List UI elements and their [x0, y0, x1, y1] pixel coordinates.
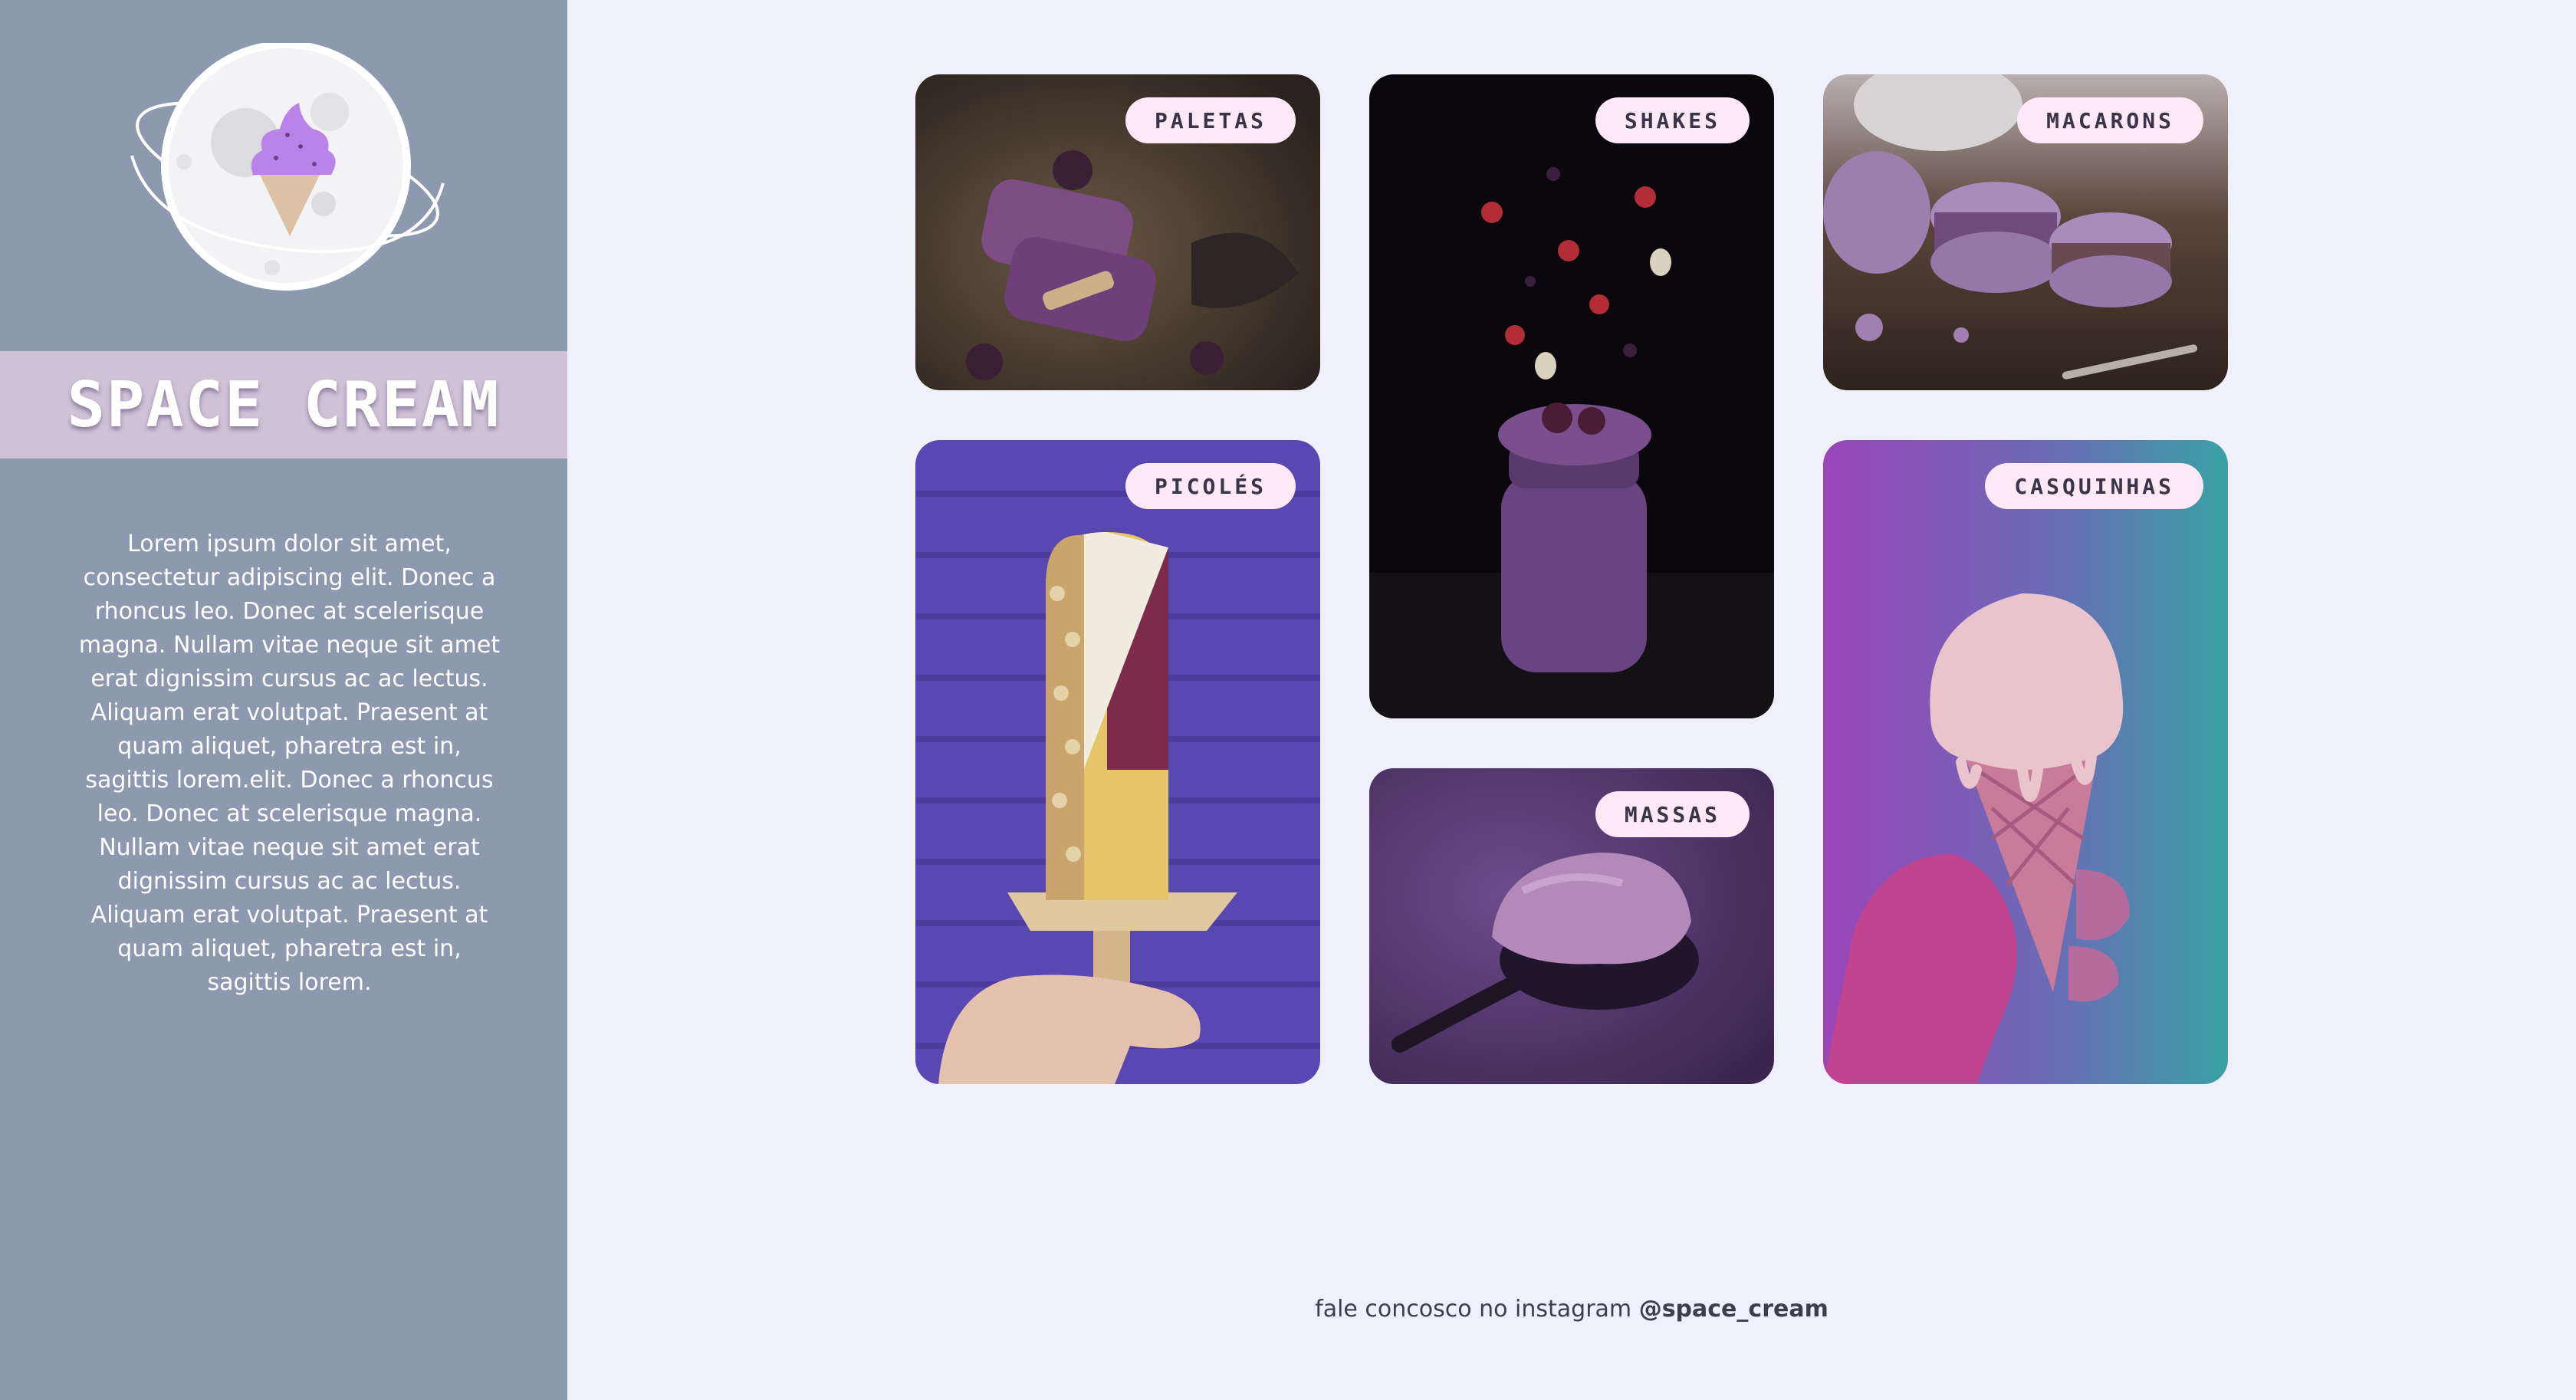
card-shakes[interactable]: SHAKES: [1369, 74, 1774, 718]
instagram-handle-link[interactable]: @space_cream: [1639, 1296, 1829, 1323]
card-label: PALETAS: [1125, 97, 1296, 143]
brand-title: SPACE CREAM: [67, 368, 501, 442]
picoles-image: [915, 440, 1320, 1084]
footer: fale concosco no instagram @space_cream: [567, 1296, 2576, 1323]
card-paletas[interactable]: PALETAS: [915, 74, 1320, 390]
card-label: CASQUINHAS: [1985, 463, 2203, 509]
card-massas[interactable]: MASSAS: [1369, 768, 1774, 1084]
casquinhas-image: [1823, 440, 2228, 1084]
brand-description: Lorem ipsum dolor sit amet, consectetur …: [78, 531, 501, 996]
card-label: PICOLÉS: [1125, 463, 1296, 509]
shakes-image: [1369, 74, 1774, 718]
brand-band: SPACE CREAM: [0, 351, 567, 458]
footer-text: fale concosco no instagram: [1315, 1296, 1632, 1323]
card-macarons[interactable]: MACARONS: [1823, 74, 2228, 390]
card-label: MACARONS: [2017, 97, 2203, 143]
card-casquinhas[interactable]: CASQUINHAS: [1823, 440, 2228, 1084]
card-label: MASSAS: [1595, 791, 1750, 837]
sidebar: SPACE CREAM Lorem ipsum dolor sit amet, …: [0, 0, 567, 1400]
card-label: SHAKES: [1595, 97, 1750, 143]
ice-cream-planet-icon[interactable]: [123, 41, 452, 296]
card-picoles[interactable]: PICOLÉS: [915, 440, 1320, 1084]
